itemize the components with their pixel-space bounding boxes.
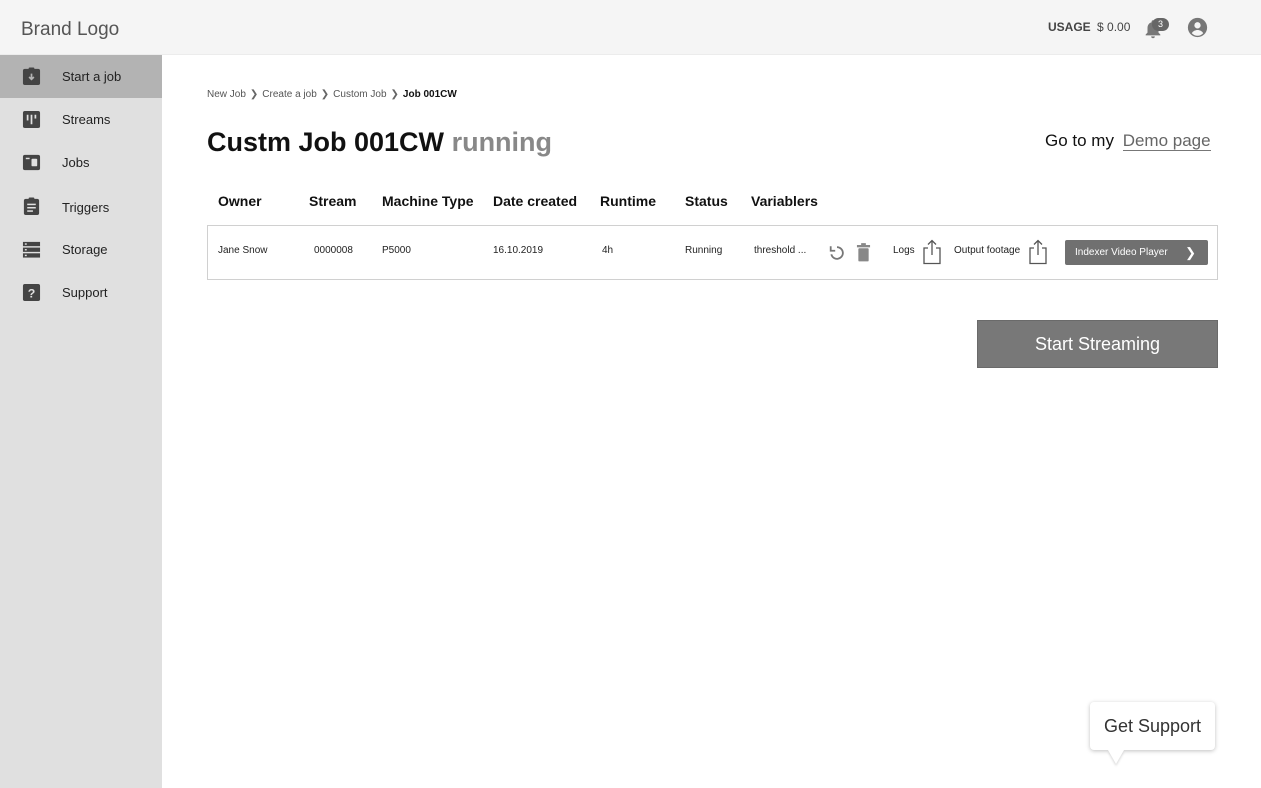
sidebar-item-label: Storage — [62, 242, 108, 257]
chevron-right-icon: ❯ — [249, 89, 259, 100]
logs-label[interactable]: Logs — [893, 245, 915, 256]
column-header-runtime: Runtime — [600, 193, 656, 209]
chevron-right-icon: ❯ — [390, 89, 399, 100]
cell-status: Running — [685, 245, 723, 256]
sidebar-item-triggers[interactable]: Triggers — [0, 185, 162, 228]
cell-machine-type: P5000 — [382, 245, 411, 256]
sidebar-item-storage[interactable]: Storage — [0, 228, 162, 271]
usage-value: $ 0.00 — [1097, 20, 1131, 34]
storage-icon — [22, 241, 41, 258]
usage-label: USAGE — [1048, 20, 1091, 34]
chevron-right-icon: ❯ — [320, 89, 330, 100]
table-row[interactable]: Jane Snow 0000008 P5000 16.10.2019 4h Ru… — [207, 225, 1218, 280]
job-state: running — [451, 127, 553, 157]
job-title: Custm Job 001CW — [207, 127, 445, 157]
cell-variables[interactable]: threshold ... — [754, 245, 806, 256]
column-header-stream: Stream — [309, 193, 357, 209]
sidebar-item-jobs[interactable]: Jobs — [0, 141, 162, 184]
breadcrumb: New Job ❯ Create a job ❯ Custom Job ❯ Job 001C… — [207, 89, 457, 100]
cell-runtime: 4h — [602, 245, 614, 256]
page-title: Custm Job 001CW running — [207, 127, 552, 158]
logs-export-icon[interactable] — [922, 239, 942, 265]
support-bubble-tail — [1108, 750, 1124, 764]
output-export-icon[interactable] — [1028, 239, 1048, 265]
column-header-variables: Variablers — [751, 193, 818, 209]
brand-logo[interactable]: Brand Logo — [21, 19, 119, 41]
sidebar-item-label: Start a job — [62, 69, 122, 84]
chevron-right-icon: ❯ — [1185, 245, 1196, 260]
sidebar-item-label: Support — [62, 285, 108, 300]
clipboard-download-icon — [22, 67, 41, 86]
breadcrumb-item[interactable]: Custom Job — [333, 89, 386, 100]
breadcrumb-item[interactable]: Create a job — [262, 89, 316, 100]
start-streaming-button[interactable]: Start Streaming — [977, 320, 1218, 368]
demo-page-link[interactable]: Demo page — [1122, 131, 1211, 151]
cell-stream: 0000008 — [314, 245, 353, 256]
demo-link-area: Go to my Demo page — [1045, 131, 1211, 151]
trash-icon[interactable] — [856, 243, 871, 262]
cell-date-created: 16.10.2019 — [493, 245, 544, 256]
sidebar: Start a job Streams Jobs Triggers Storag… — [0, 55, 162, 788]
streams-icon — [22, 110, 41, 129]
column-header-status: Status — [685, 193, 728, 209]
sidebar-item-streams[interactable]: Streams — [0, 98, 162, 141]
account-icon[interactable] — [1187, 17, 1208, 38]
restart-icon[interactable] — [828, 244, 846, 262]
breadcrumb-item[interactable]: New Job — [207, 89, 246, 100]
clipboard-list-icon — [23, 197, 40, 216]
sidebar-item-label: Jobs — [62, 155, 90, 170]
usage-indicator: USAGE $ 0.00 — [1048, 20, 1130, 34]
sidebar-item-label: Streams — [62, 112, 111, 127]
column-header-owner: Owner — [218, 193, 262, 209]
breadcrumb-current: Job 001CW — [402, 89, 457, 100]
get-support-button[interactable]: Get Support — [1090, 702, 1215, 750]
cell-owner: Jane Snow — [218, 245, 268, 256]
sidebar-item-label: Triggers — [62, 200, 110, 215]
output-footage-label[interactable]: Output footage — [954, 245, 1020, 256]
jobs-icon — [22, 154, 41, 171]
notification-badge: 3 — [1152, 18, 1169, 31]
sidebar-item-start-a-job[interactable]: Start a job — [0, 55, 162, 98]
indexer-video-player-label: Indexer Video Player — [1075, 247, 1168, 258]
top-bar: Brand Logo USAGE $ 0.00 3 — [0, 0, 1261, 55]
column-header-machine-type: Machine Type — [382, 193, 474, 209]
demo-prefix: Go to my — [1045, 131, 1114, 150]
indexer-video-player-button[interactable]: Indexer Video Player ❯ — [1065, 240, 1208, 265]
help-icon: ? — [22, 283, 41, 302]
sidebar-item-support[interactable]: ? Support — [0, 271, 162, 314]
column-header-date-created: Date created — [493, 193, 578, 209]
svg-text:?: ? — [28, 286, 36, 300]
